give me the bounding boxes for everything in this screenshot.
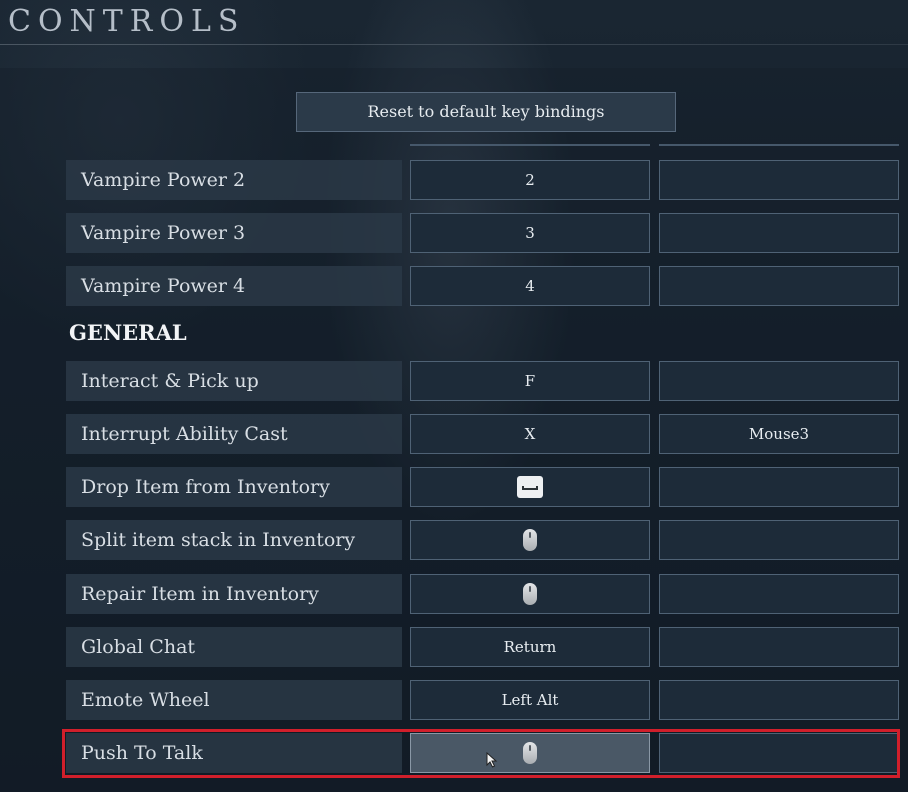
secondary-keybind-button[interactable] <box>659 520 899 560</box>
secondary-keybind-button[interactable] <box>659 574 899 614</box>
primary-keybind-button[interactable]: X <box>410 414 650 454</box>
primary-keybind-button[interactable]: Left Alt <box>410 680 650 720</box>
section-heading-general: GENERAL <box>69 320 187 345</box>
secondary-keybind-button[interactable] <box>659 160 899 200</box>
primary-keybind-button[interactable]: Return <box>410 627 650 667</box>
action-label: Drop Item from Inventory <box>66 467 402 507</box>
mouse-icon <box>523 583 537 605</box>
secondary-column-header-line <box>659 144 899 146</box>
page-title: CONTROLS <box>8 4 246 39</box>
primary-keybind-button[interactable]: 4 <box>410 266 650 306</box>
mouse-cursor-icon <box>486 752 498 768</box>
action-label: Split item stack in Inventory <box>66 520 402 560</box>
primary-keybind-button[interactable]: F <box>410 361 650 401</box>
action-label: Vampire Power 4 <box>66 266 402 306</box>
primary-keybind-button[interactable]: 3 <box>410 213 650 253</box>
spacebar-icon <box>517 476 543 498</box>
mouse-icon <box>523 529 537 551</box>
highlight-box <box>62 729 900 778</box>
reset-keybindings-button[interactable]: Reset to default key bindings <box>296 92 676 132</box>
secondary-keybind-button[interactable]: Mouse3 <box>659 414 899 454</box>
secondary-keybind-button[interactable] <box>659 361 899 401</box>
secondary-keybind-button[interactable] <box>659 266 899 306</box>
action-label: Repair Item in Inventory <box>66 574 402 614</box>
title-divider <box>0 44 908 45</box>
action-label: Emote Wheel <box>66 680 402 720</box>
action-label: Vampire Power 3 <box>66 213 402 253</box>
action-label: Interact & Pick up <box>66 361 402 401</box>
action-label: Global Chat <box>66 627 402 667</box>
primary-keybind-button[interactable] <box>410 467 650 507</box>
secondary-keybind-button[interactable] <box>659 467 899 507</box>
action-label: Interrupt Ability Cast <box>66 414 402 454</box>
secondary-keybind-button[interactable] <box>659 627 899 667</box>
primary-keybind-button[interactable] <box>410 574 650 614</box>
primary-column-header-line <box>410 144 650 146</box>
primary-keybind-button[interactable] <box>410 520 650 560</box>
action-label: Vampire Power 2 <box>66 160 402 200</box>
secondary-keybind-button[interactable] <box>659 680 899 720</box>
primary-keybind-button[interactable]: 2 <box>410 160 650 200</box>
secondary-keybind-button[interactable] <box>659 213 899 253</box>
